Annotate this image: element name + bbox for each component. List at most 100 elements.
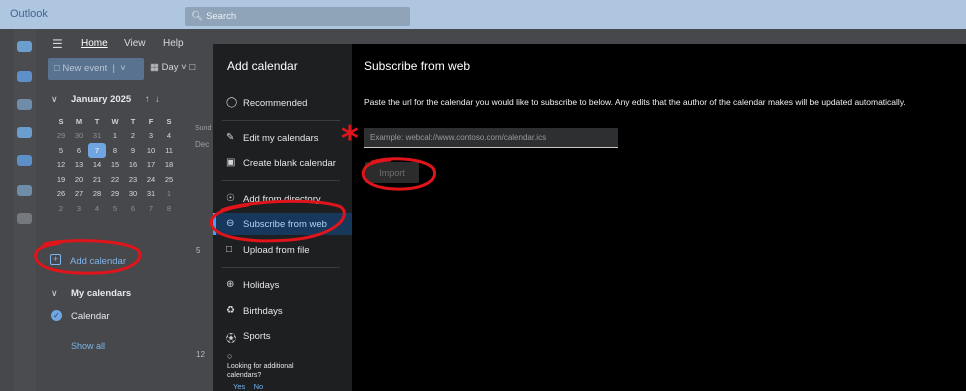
day-cell[interactable]: 19 [52,172,70,187]
todo-icon[interactable] [17,155,32,166]
hamburger-menu-icon[interactable]: ☰ [52,37,63,51]
calendar-day-header: Sund [195,125,212,132]
tab-home[interactable]: Home [81,38,108,49]
nav-label: Holidays [243,280,280,291]
calendar-item[interactable]: Calendar [71,311,110,322]
chevron-down-icon[interactable]: ∨ [51,94,58,105]
nav-subscribe-from-web[interactable]: ⊖ Subscribe from web [213,213,352,235]
mini-calendar-title: January 2025 [71,94,132,105]
dow: T [130,116,136,126]
day-cell[interactable]: 4 [88,201,106,216]
day-cell[interactable]: 29 [52,129,70,144]
calendar-url-input[interactable] [364,128,618,148]
show-all-link[interactable]: Show all [71,341,105,351]
day-cell[interactable]: 18 [160,158,178,173]
calendar-icon[interactable] [17,71,32,82]
day-cell[interactable]: 24 [142,172,160,187]
groups-icon[interactable] [17,127,32,138]
chevron-down-icon[interactable]: ∨ [51,288,58,299]
checkmark-icon[interactable]: ✓ [51,310,62,321]
day-cell[interactable]: 31 [142,187,160,202]
app-title: Outlook [10,8,48,20]
panel-title: Subscribe from web [364,59,471,73]
day-view-button[interactable]: ▦ Day ˅ □ [150,62,195,73]
edit-icon: ✎ [226,132,235,143]
divider [222,180,340,181]
apps-icon[interactable] [17,213,32,224]
day-cell[interactable]: 10 [142,143,160,158]
search-box[interactable]: 🔍︎ Search [185,7,410,26]
nav-add-from-directory[interactable]: ☉ Add from directory [213,188,352,210]
day-cell[interactable]: 5 [52,143,70,158]
my-calendars-heading[interactable]: My calendars [71,288,131,299]
nav-sports[interactable]: ⚽︎ Sports [213,325,352,347]
day-cell[interactable]: 27 [70,187,88,202]
nav-create-blank-calendar[interactable]: ▣ Create blank calendar [213,152,352,174]
file-icon: □ [226,244,233,255]
add-calendar-link[interactable]: Add calendar [70,256,126,267]
nav-birthdays[interactable]: ♻ Birthdays [213,300,352,322]
day-cell[interactable]: 8 [160,201,178,216]
new-event-button[interactable]: □ New event | ˅ [48,58,144,80]
nav-upload-from-file[interactable]: □ Upload from file [213,239,352,261]
day-cell[interactable]: 9 [124,143,142,158]
day-cell[interactable]: 16 [124,158,142,173]
day-cell[interactable]: 11 [160,143,178,158]
nav-label: Edit my calendars [243,133,319,144]
day-cell[interactable]: 2 [124,129,142,144]
nav-label: Sports [243,331,271,342]
feedback-links: Yes No [233,382,263,391]
day-cell[interactable]: 30 [124,187,142,202]
nav-holidays[interactable]: ⊕ Holidays [213,274,352,296]
day-cell[interactable]: 3 [142,129,160,144]
cake-icon: ♻ [226,305,235,316]
nav-recommended[interactable]: ◯ Recommended [213,92,352,114]
mini-calendar-nav-arrows[interactable]: ↑ ↓ [145,94,160,105]
day-cell[interactable]: 26 [52,187,70,202]
dow: M [75,116,83,126]
sports-ball-icon: ⚽︎ [226,334,236,345]
day-cell[interactable]: 1 [160,187,178,202]
day-cell[interactable]: 25 [160,172,178,187]
more-prompt-line2: calendars? [227,372,262,379]
day-cell[interactable]: 31 [88,129,106,144]
divider [222,120,340,121]
onedrive-icon[interactable] [17,185,32,196]
day-cell[interactable]: 29 [106,187,124,202]
dow: W [111,116,119,126]
import-button[interactable]: Import [365,162,419,183]
day-cell[interactable]: 6 [124,201,142,216]
people-icon[interactable] [17,99,32,110]
search-placeholder: Search [206,11,237,22]
day-cell[interactable]: 1 [106,129,124,144]
day-cell[interactable]: 12 [52,158,70,173]
day-cell[interactable]: 23 [124,172,142,187]
day-cell[interactable]: 20 [70,172,88,187]
day-cell[interactable]: 7 [142,201,160,216]
day-cell[interactable]: 8 [106,143,124,158]
day-cell[interactable]: 6 [70,143,88,158]
day-cell[interactable]: 2 [52,201,70,216]
nav-label: Add from directory [243,194,321,205]
dow: S [166,116,172,126]
day-cell[interactable]: 14 [88,158,106,173]
tab-help[interactable]: Help [163,38,184,49]
mail-icon[interactable] [17,41,32,52]
day-cell[interactable]: 17 [142,158,160,173]
day-cell[interactable]: 21 [88,172,106,187]
day-cell[interactable]: 5 [106,201,124,216]
day-cell[interactable]: 4 [160,129,178,144]
day-cell[interactable]: 15 [106,158,124,173]
day-cell[interactable]: 28 [88,187,106,202]
search-icon: 🔍︎ [191,11,204,22]
nav-label: Recommended [243,98,308,109]
day-cell[interactable]: 22 [106,172,124,187]
nav-edit-my-calendars[interactable]: ✎ Edit my calendars [213,127,352,149]
yes-link[interactable]: Yes [233,382,245,391]
day-cell[interactable]: 3 [70,201,88,216]
tab-view[interactable]: View [124,38,146,49]
day-cell-selected[interactable]: 7 [88,143,106,158]
day-cell[interactable]: 13 [70,158,88,173]
no-link[interactable]: No [254,382,264,391]
day-cell[interactable]: 30 [70,129,88,144]
